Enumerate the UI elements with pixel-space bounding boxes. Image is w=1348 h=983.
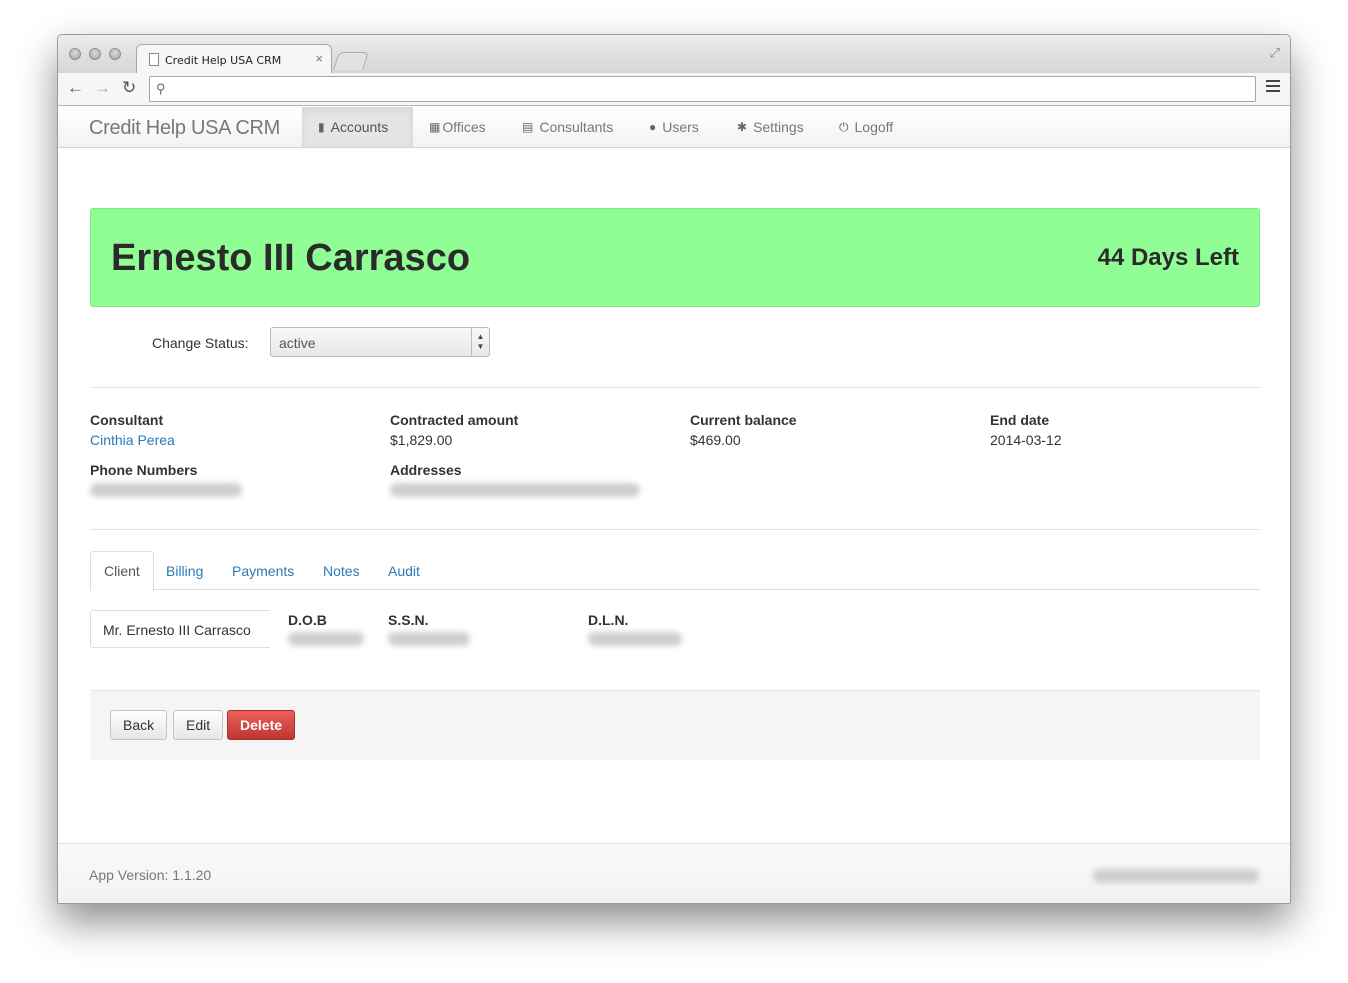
briefcase-icon: ▤ <box>522 120 534 134</box>
end-date-value: 2014-03-12 <box>990 432 1062 448</box>
fullscreen-icon[interactable]: ⤢ <box>1270 45 1280 61</box>
nav-item-label: Consultants <box>539 119 614 135</box>
brand-title[interactable]: Credit Help USA CRM <box>89 117 280 140</box>
dob-label: D.O.B <box>288 612 327 628</box>
contracted-amount-label: Contracted amount <box>390 412 519 428</box>
bookmark-icon: ▮ <box>318 120 325 134</box>
tab-label: Audit <box>388 562 420 579</box>
app-version: App Version: 1.1.20 <box>89 867 212 883</box>
back-button[interactable]: Back <box>110 710 168 740</box>
dob-redacted <box>288 632 364 646</box>
minimize-window-icon[interactable] <box>89 48 101 60</box>
addresses-label: Addresses <box>390 462 462 478</box>
search-icon: ⚲ <box>156 81 166 96</box>
tab-notes[interactable]: Notes <box>310 551 373 590</box>
browser-tab[interactable]: Credit Help USA CRM × <box>136 44 332 74</box>
tab-payments[interactable]: Payments <box>219 551 307 590</box>
dln-label: D.L.N. <box>588 612 629 628</box>
account-tabs: Client Billing Payments Notes Audit <box>90 551 1260 591</box>
account-banner: Ernesto III Carrasco 44 Days Left <box>90 208 1260 307</box>
days-left: 44 Days Left <box>1097 244 1239 271</box>
phone-numbers-label: Phone Numbers <box>90 462 198 478</box>
end-date-label: End date <box>990 412 1050 428</box>
address-bar[interactable]: ⚲ <box>149 76 1256 102</box>
browser-tab-title: Credit Help USA CRM <box>165 54 282 67</box>
address-redacted <box>390 483 640 497</box>
status-selected-value: active <box>279 335 316 351</box>
phone-number-redacted <box>90 483 242 497</box>
delete-button[interactable]: Delete <box>227 710 296 740</box>
ssn-label: S.S.N. <box>388 612 429 628</box>
tab-billing[interactable]: Billing <box>153 551 216 590</box>
nav-item-consultants[interactable]: ▤ Consultants <box>506 107 629 147</box>
back-arrow-icon[interactable]: ← <box>67 79 84 97</box>
browser-titlebar: Credit Help USA CRM × ⤢ <box>58 35 1290 74</box>
logged-in-user-redacted <box>1093 869 1259 883</box>
tab-label: Billing <box>166 562 204 579</box>
power-icon: ⏻ <box>839 119 849 134</box>
nav-item-logoff[interactable]: ⏻ Logoff <box>823 107 909 147</box>
user-icon: ● <box>649 120 657 134</box>
page-icon <box>149 53 159 66</box>
account-name: Ernesto III Carrasco <box>111 237 471 279</box>
status-select[interactable]: active ▲ ▼ <box>270 327 490 357</box>
tab-audit[interactable]: Audit <box>375 551 433 590</box>
dln-redacted <box>588 632 682 646</box>
ssn-redacted <box>388 632 470 646</box>
current-balance-value: $469.00 <box>690 432 741 448</box>
current-balance-label: Current balance <box>690 412 797 428</box>
nav-item-label: Settings <box>753 119 804 135</box>
tab-client[interactable]: Client <box>90 551 154 591</box>
divider <box>90 387 1260 388</box>
nav-item-settings[interactable]: ✱ Settings <box>721 107 820 147</box>
nav-item-label: Offices <box>442 119 486 135</box>
edit-button[interactable]: Edit <box>173 710 224 740</box>
footer: App Version: 1.1.20 <box>58 843 1290 903</box>
change-status-label: Change Status: <box>152 335 249 351</box>
reload-icon[interactable]: ↻ <box>122 79 136 97</box>
browser-window: Credit Help USA CRM × ⤢ ← → ↻ ⚲ Credit H… <box>57 34 1291 904</box>
action-bar: Back Edit Delete <box>90 690 1260 760</box>
nav-item-label: Accounts <box>330 119 389 135</box>
nav-item-accounts[interactable]: ▮ Accounts <box>302 107 413 147</box>
forward-arrow-icon[interactable]: → <box>94 79 111 97</box>
zoom-window-icon[interactable] <box>109 48 121 60</box>
tab-label: Notes <box>323 562 360 579</box>
gear-icon: ✱ <box>737 120 748 134</box>
menu-icon[interactable] <box>1266 80 1280 95</box>
close-window-icon[interactable] <box>69 48 81 60</box>
nav-item-offices[interactable]: ▦ Offices <box>413 107 502 147</box>
app-navbar: Credit Help USA CRM ▮ Accounts ▦ Offices… <box>58 107 1290 148</box>
nav-item-label: Logoff <box>854 119 894 135</box>
browser-toolbar: ← → ↻ ⚲ <box>58 73 1290 106</box>
address-input[interactable] <box>174 80 1244 98</box>
new-tab-button[interactable] <box>333 52 369 70</box>
divider <box>90 529 1260 530</box>
tab-close-icon[interactable]: × <box>315 51 323 66</box>
contracted-amount-value: $1,829.00 <box>390 432 453 448</box>
nav-item-label: Users <box>662 119 699 135</box>
select-arrows-icon: ▲ ▼ <box>471 328 489 356</box>
consultant-link[interactable]: Cinthia Perea <box>90 432 175 448</box>
grid-icon: ▦ <box>429 120 441 134</box>
tab-label: Payments <box>232 562 295 579</box>
consultant-label: Consultant <box>90 412 164 428</box>
nav-item-users[interactable]: ● Users <box>633 107 715 147</box>
tab-label: Client <box>104 563 140 579</box>
client-full-name: Mr. Ernesto III Carrasco <box>90 610 270 648</box>
